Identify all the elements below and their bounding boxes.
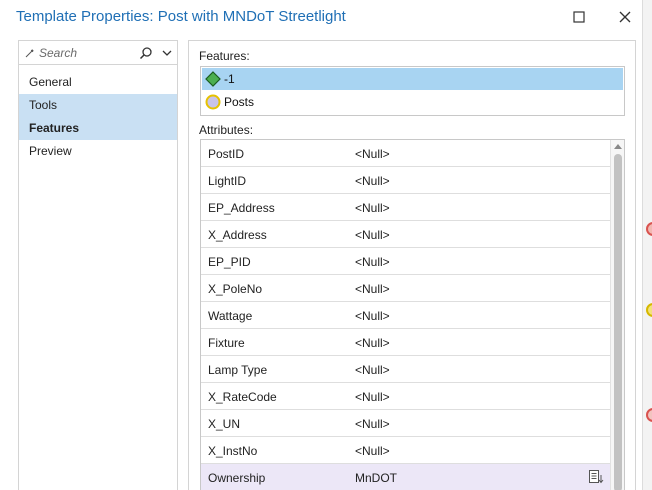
attribute-name: Ownership: [208, 471, 266, 485]
attribute-value[interactable]: <Null>: [355, 255, 390, 269]
close-button[interactable]: [612, 6, 638, 28]
attribute-value[interactable]: <Null>: [355, 417, 390, 431]
table-row[interactable]: LightID <Null>: [201, 167, 610, 194]
attribute-name: PostID: [208, 147, 245, 161]
feature-item-label: -1: [224, 72, 235, 86]
green-diamond-icon: [205, 71, 221, 87]
attribute-value[interactable]: <Null>: [355, 336, 390, 350]
table-row[interactable]: X_UN <Null>: [201, 410, 610, 437]
filter-icon: [25, 49, 34, 58]
attribute-name: X_RateCode: [208, 390, 277, 404]
features-list[interactable]: -1 Posts: [200, 66, 625, 116]
scroll-up-icon[interactable]: [614, 143, 622, 149]
attribute-value[interactable]: MnDOT: [355, 471, 397, 485]
domain-list-icon[interactable]: [588, 469, 604, 485]
attribute-name: EP_Address: [208, 201, 275, 215]
attribute-name: EP_PID: [208, 255, 251, 269]
attribute-value[interactable]: <Null>: [355, 444, 390, 458]
attribute-name: Wattage: [208, 309, 253, 323]
attribute-value[interactable]: <Null>: [355, 201, 390, 215]
table-row[interactable]: Lamp Type <Null>: [201, 356, 610, 383]
table-row[interactable]: X_InstNo <Null>: [201, 437, 610, 464]
map-feature-marker: [646, 303, 652, 317]
maximize-button[interactable]: [566, 6, 592, 28]
nav-panel: Search General Tools Features Preview: [18, 40, 178, 490]
attribute-name: X_InstNo: [208, 444, 258, 458]
attributes-scrollbar[interactable]: [610, 140, 624, 490]
map-feature-marker: [646, 408, 652, 422]
features-label: Features:: [199, 49, 250, 63]
attribute-name: X_Address: [208, 228, 267, 242]
attribute-value[interactable]: <Null>: [355, 282, 390, 296]
attribute-value[interactable]: <Null>: [355, 390, 390, 404]
attribute-name: Lamp Type: [208, 363, 268, 377]
title-bar: Template Properties: Post with MNDoT Str…: [0, 0, 642, 34]
search-input[interactable]: Search: [19, 41, 177, 65]
maximize-icon: [573, 11, 585, 23]
attribute-value[interactable]: <Null>: [355, 147, 390, 161]
table-row[interactable]: X_PoleNo <Null>: [201, 275, 610, 302]
nav-item-general[interactable]: General: [19, 71, 177, 94]
nav-item-preview[interactable]: Preview: [19, 140, 177, 163]
attribute-value[interactable]: <Null>: [355, 174, 390, 188]
attribute-name: LightID: [208, 174, 247, 188]
yellow-circle-icon: [205, 94, 221, 110]
scrollbar-thumb[interactable]: [614, 154, 622, 490]
features-panel: Features: -1 Posts Attributes: PostID <N…: [188, 40, 636, 490]
table-row[interactable]: X_Address <Null>: [201, 221, 610, 248]
nav-item-tools[interactable]: Tools: [19, 94, 177, 117]
nav-item-features[interactable]: Features: [19, 117, 177, 140]
attribute-value[interactable]: <Null>: [355, 363, 390, 377]
attribute-name: X_PoleNo: [208, 282, 263, 296]
background-map-edge: [642, 0, 652, 490]
feature-item-minus-1[interactable]: -1: [202, 68, 623, 90]
feature-item-posts[interactable]: Posts: [202, 91, 623, 113]
search-placeholder: Search: [39, 46, 78, 60]
table-row[interactable]: Ownership MnDOT: [201, 464, 610, 490]
close-icon: [619, 11, 631, 23]
feature-item-label: Posts: [224, 95, 255, 109]
attributes-label: Attributes:: [199, 123, 254, 137]
table-row[interactable]: Wattage <Null>: [201, 302, 610, 329]
table-row[interactable]: EP_PID <Null>: [201, 248, 610, 275]
attribute-value[interactable]: <Null>: [355, 309, 390, 323]
attribute-name: X_UN: [208, 417, 241, 431]
table-row[interactable]: PostID <Null>: [201, 140, 610, 167]
table-row[interactable]: EP_Address <Null>: [201, 194, 610, 221]
attributes-table: PostID <Null> LightID <Null> EP_Address …: [200, 139, 625, 490]
chevron-down-icon[interactable]: [162, 49, 172, 57]
window-title: Template Properties: Post with MNDoT Str…: [16, 8, 346, 25]
search-icon[interactable]: [139, 46, 153, 60]
attribute-value[interactable]: <Null>: [355, 228, 390, 242]
table-row[interactable]: Fixture <Null>: [201, 329, 610, 356]
table-row[interactable]: X_RateCode <Null>: [201, 383, 610, 410]
attribute-name: Fixture: [208, 336, 245, 350]
map-feature-marker: [646, 222, 652, 236]
